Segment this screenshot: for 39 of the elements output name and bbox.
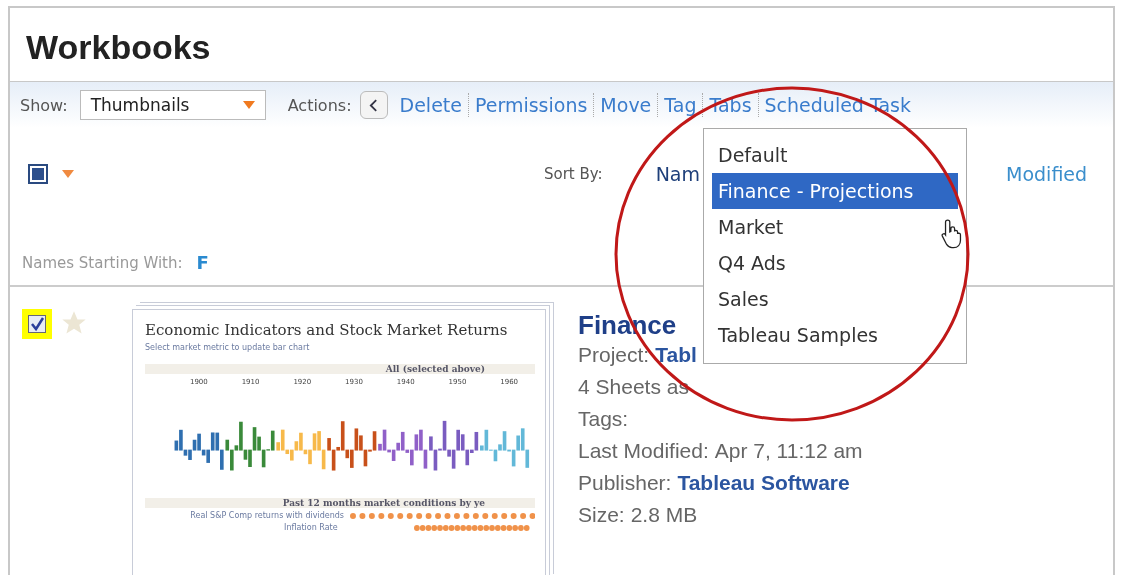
detail-label: Tags: xyxy=(578,406,629,432)
detail-link[interactable]: Tabl xyxy=(655,339,697,371)
detail-label: Project: xyxy=(578,342,650,368)
action-link[interactable]: Permissions xyxy=(468,94,594,116)
detail-label: Publisher: xyxy=(578,470,672,496)
thumbnail-subtitle: Select market metric to update bar chart xyxy=(145,343,311,352)
detail-value: 2.8 MB xyxy=(630,502,698,528)
select-all-checkbox[interactable] xyxy=(28,164,48,184)
menu-item[interactable]: Q4 Ads xyxy=(712,245,958,281)
back-button[interactable] xyxy=(359,91,388,119)
checkmark-icon xyxy=(28,315,46,333)
menu-item[interactable]: Sales xyxy=(712,281,958,317)
sort-option[interactable]: Modified xyxy=(1006,163,1088,185)
sort-option[interactable]: Nam xyxy=(655,163,701,185)
detail-link[interactable]: Tableau Software xyxy=(677,467,850,499)
action-link[interactable]: Delete xyxy=(393,94,468,116)
sort-label: Sort By: xyxy=(544,165,603,183)
section-header: Past 12 months market conditions by ye xyxy=(145,498,535,508)
detail-value: Apr 7, 11:12 am xyxy=(714,438,863,464)
page-title: Workbooks xyxy=(25,27,212,68)
section-header: All (selected above) xyxy=(145,364,535,374)
detail-label: Last Modified: xyxy=(578,438,709,464)
menu-item[interactable]: Default xyxy=(712,137,958,173)
show-label: Show: xyxy=(20,95,68,115)
workbook-checkbox[interactable] xyxy=(22,309,52,339)
detail-label: Size: xyxy=(578,502,625,528)
action-link[interactable]: Tag xyxy=(658,94,703,116)
filter-label: Names Starting With: xyxy=(22,253,183,272)
row-label: Real S&P Comp returns with dividends xyxy=(189,511,344,520)
menu-item[interactable]: Finance - Projections xyxy=(712,173,958,209)
action-link[interactable]: Move xyxy=(594,94,658,116)
thumbnail-title: Economic Indicators and Stock Market Returns xyxy=(145,321,508,339)
actions-label: Actions: xyxy=(287,95,352,115)
show-dropdown[interactable]: Thumbnails xyxy=(79,90,266,120)
row-label: Inflation Rate xyxy=(283,523,338,532)
caret-icon xyxy=(242,101,255,109)
menu-item[interactable]: Tableau Samples xyxy=(712,317,958,353)
letter-link[interactable]: F xyxy=(196,252,209,273)
chevron-left-icon xyxy=(369,98,379,112)
